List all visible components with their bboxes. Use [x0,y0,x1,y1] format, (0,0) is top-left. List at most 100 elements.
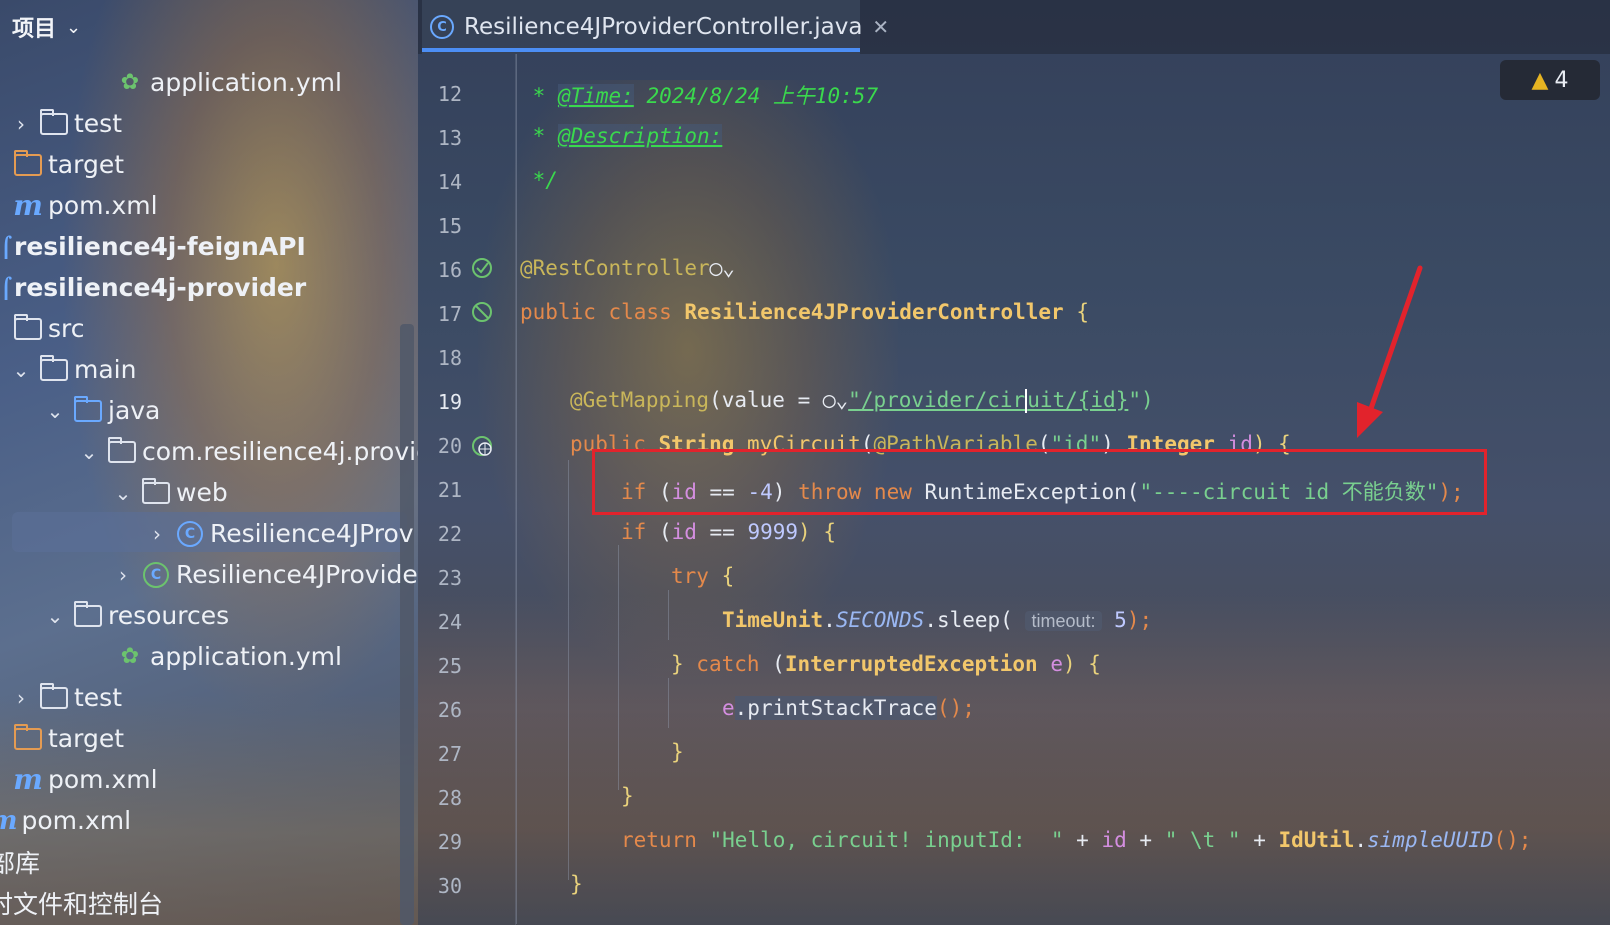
active-tab-indicator [422,48,860,52]
code-line-26[interactable]: e.printStackTrace(); [722,696,975,720]
spring-boot-class-icon: C [142,561,170,588]
tab-controller-file[interactable]: C Resilience4JProviderController.java ✕ [422,0,889,54]
token: Resilience4JProviderController [684,300,1064,324]
token: if [621,520,659,544]
token: SECONDS [835,608,925,632]
project-sidebar: 项目 ⌄ ✿ application.yml › test target m p… [0,0,428,925]
token: try [671,564,722,588]
tree-item-pom-2[interactable]: m pom.xml [13,759,158,800]
chevron-down-icon[interactable]: ⌄ [44,399,66,423]
code-line-28[interactable]: } [621,784,634,808]
chevron-down-icon[interactable]: ⌄ [78,440,100,464]
tree-item-main[interactable]: ⌄ main [10,349,136,390]
token: 9999 [747,520,799,544]
code-line-27[interactable]: } [671,740,684,764]
code-line-17[interactable]: public class Resilience4JProviderControl… [520,300,1089,324]
tree-item-target[interactable]: target [14,144,124,185]
tree-item-label: resources [108,601,230,630]
folder-icon [40,682,68,711]
code-line-23[interactable]: try { [671,564,734,588]
tree-item-test[interactable]: › test [10,103,122,144]
chevron-right-icon[interactable]: › [10,686,32,710]
token: + [1240,828,1279,852]
indent-guide [516,54,517,924]
token: uit/{id} [1027,388,1129,412]
tree-item-module-feignapi[interactable]: ⌠ resilience4j-feignAPI [0,226,306,267]
spring-bean-icon[interactable] [470,300,494,324]
token: ( [658,520,672,544]
tree-item-application-class[interactable]: › C Resilience4JProvide [112,554,418,595]
chevron-right-icon[interactable]: › [10,112,32,136]
tree-item-label: application.yml [150,642,342,671]
tree-item-label: com.resilience4j.provic [142,437,428,466]
code-line-16[interactable]: @RestController◯⌄ [520,256,735,280]
code-line-14[interactable]: */ [520,168,558,192]
globe-icon[interactable]: ◯⌄ [823,388,848,412]
line-number: 18 [437,346,462,370]
spring-bean-icon[interactable] [470,256,494,280]
class-icon: C [430,15,454,39]
tree-item-label: target [48,724,125,753]
code-line-22[interactable]: if (id == 9999) { [621,520,836,544]
tree-item-root-pom[interactable]: m pom.xml [0,800,131,841]
tree-item-package[interactable]: ⌄ com.resilience4j.provic [78,431,428,472]
tree-item-web[interactable]: ⌄ web [112,472,228,513]
tree-item-target-2[interactable]: target [14,718,124,759]
tree-item-application-yml[interactable]: ✿ application.yml [116,62,342,103]
chevron-down-icon[interactable]: ⌄ [44,604,66,628]
chevron-down-icon[interactable]: ⌄ [10,358,32,382]
token: ") [1128,388,1154,412]
chevron-down-icon[interactable]: ⌄ [112,481,134,505]
token: @Time: [557,84,634,108]
token: ) { [798,520,836,544]
chevron-down-icon[interactable]: ⌄ [66,17,81,38]
tree-item-external-libraries[interactable]: 部库 [0,841,40,882]
code-line-12[interactable]: * @Time: 2024/8/24 上午10:57 [520,80,878,110]
tree-item-application-yml-2[interactable]: ✿ application.yml [116,636,342,677]
code-line-13[interactable]: * @Description: [520,124,723,148]
token: InterruptedException [784,652,1051,676]
code-line-19[interactable]: @GetMapping(value = ◯⌄"/provider/ciruit/… [570,388,1154,413]
token: (value = [709,388,823,412]
sidebar-header[interactable]: 项目 ⌄ [0,0,428,54]
close-icon[interactable]: ✕ [872,15,889,39]
line-number: 29 [437,830,462,854]
tree-item-src[interactable]: src [14,308,85,349]
maven-icon: m [13,189,43,222]
code-line-25[interactable]: } catch (InterruptedException e) { [671,652,1101,676]
tree-item-java[interactable]: ⌄ java [44,390,160,431]
line-number: 13 [437,126,462,150]
tree-item-label: target [48,150,125,179]
tree-item-resources[interactable]: ⌄ resources [44,595,229,636]
tree-item-label: 时文件和控制台 [0,889,164,919]
chevron-right-icon[interactable]: › [146,522,168,546]
line-number: 23 [437,566,462,590]
tree-item-scratches[interactable]: 时文件和控制台 [0,882,163,923]
code-editor[interactable]: C Resilience4JProviderController.java ✕ … [418,0,1610,925]
line-number: 24 [437,610,462,634]
code-line-24[interactable]: TimeUnit.SECONDS.sleep( timeout: 5); [722,608,1152,632]
tree-item-label: test [74,683,123,712]
chevron-right-icon[interactable]: › [112,563,134,587]
tree-item-module-provider[interactable]: ⌠ resilience4j-provider [0,267,306,308]
token: public class [520,300,685,324]
token: ); [1126,608,1153,632]
tree-item-test-2[interactable]: › test [10,677,122,718]
web-endpoint-icon[interactable] [470,434,494,458]
code-line-30[interactable]: } [570,872,583,896]
tree-item-label: pom.xml [48,765,158,794]
token: 5 [1101,608,1127,632]
inspection-warning-badge[interactable]: ▲ 4 [1500,60,1600,100]
line-number: 21 [437,478,462,502]
module-icon: ⌠ [0,234,13,259]
code-line-29[interactable]: return "Hello, circuit! inputId: " + id … [621,828,1531,852]
folder-icon [14,313,42,342]
sidebar-scrollbar[interactable] [400,324,414,925]
line-number: 25 [437,654,462,678]
token: IdUtil [1278,828,1355,852]
tab-label: Resilience4JProviderController.java [464,14,863,40]
globe-icon[interactable]: ◯⌄ [710,256,735,280]
tree-item-controller[interactable]: › C Resilience4JProv [146,513,414,554]
tree-item-pom[interactable]: m pom.xml [13,185,157,226]
token: return [621,828,710,852]
